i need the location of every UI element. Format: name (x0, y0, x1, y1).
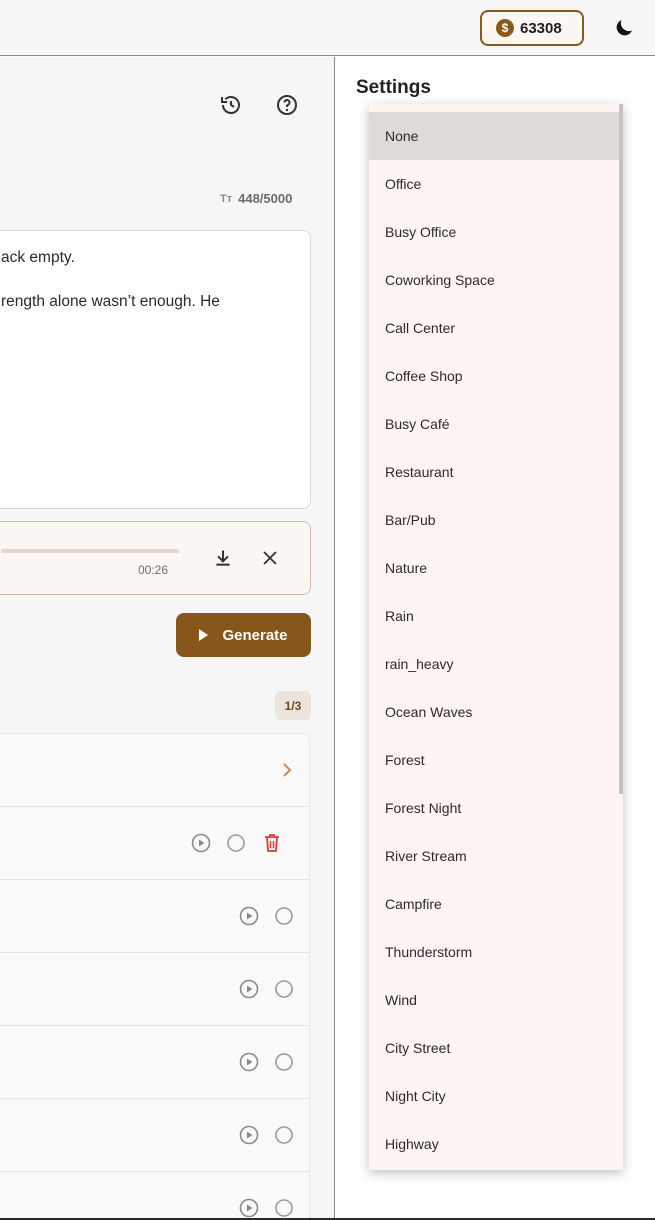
history-pager: 1/3 (275, 691, 311, 720)
download-icon[interactable] (213, 548, 233, 568)
dropdown-option-call-center[interactable]: Call Center (369, 304, 619, 352)
dropdown-option-city-street[interactable]: City Street (369, 1024, 619, 1072)
play-icon (199, 629, 209, 641)
char-count: 448/5000 (238, 191, 293, 206)
dropdown-option-campfire[interactable]: Campfire (369, 880, 619, 928)
settings-title: Settings (356, 77, 431, 98)
top-bar: $ 63308 (0, 0, 655, 56)
dropdown-option-coffee-shop[interactable]: Coffee Shop (369, 352, 619, 400)
history-row[interactable] (0, 1172, 309, 1220)
dropdown-option-ocean-waves[interactable]: Ocean Waves (369, 688, 619, 736)
dropdown-option-rain-heavy[interactable]: rain_heavy (369, 640, 619, 688)
history-row[interactable] (0, 1026, 309, 1099)
dropdown-option-wind[interactable]: Wind (369, 976, 619, 1024)
credits-badge[interactable]: $ 63308 (480, 10, 584, 46)
dropdown-option-restaurant[interactable]: Restaurant (369, 448, 619, 496)
dropdown-option-forest-night[interactable]: Forest Night (369, 784, 619, 832)
dropdown-option-night-city[interactable]: Night City (369, 1072, 619, 1120)
select-radio-icon[interactable] (274, 1125, 294, 1145)
char-counter: Tт 448/5000 (220, 191, 292, 206)
history-list (0, 733, 310, 1220)
history-row[interactable] (0, 1099, 309, 1172)
credits-value: 63308 (520, 19, 562, 37)
generate-label: Generate (222, 626, 288, 644)
play-circle-icon[interactable] (239, 1052, 259, 1072)
audio-player: 00:26 (0, 521, 311, 595)
text-line: rength alone wasn’t enough. He (1, 293, 220, 310)
dropdown-option-river-stream[interactable]: River Stream (369, 832, 619, 880)
dropdown-option-highway[interactable]: Highway (369, 1120, 619, 1168)
text-size-icon: Tт (220, 192, 233, 205)
history-row[interactable] (0, 807, 309, 880)
select-radio-icon[interactable] (274, 906, 294, 926)
generate-button[interactable]: Generate (176, 613, 311, 657)
dropdown-option-thunderstorm[interactable]: Thunderstorm (369, 928, 619, 976)
history-row[interactable] (0, 734, 309, 807)
background-sound-dropdown[interactable]: None Office Busy Office Coworking Space … (369, 104, 623, 1170)
dropdown-option-office[interactable]: Office (369, 160, 619, 208)
select-radio-icon[interactable] (226, 833, 246, 853)
select-radio-icon[interactable] (274, 1198, 294, 1218)
text-line: ack empty. (1, 249, 75, 266)
audio-progress-bar[interactable] (1, 549, 179, 553)
play-circle-icon[interactable] (239, 1125, 259, 1145)
main-panel: Tт 448/5000 ack empty. rength alone wasn… (0, 57, 335, 1220)
dropdown-option-busy-office[interactable]: Busy Office (369, 208, 619, 256)
moon-icon[interactable] (612, 16, 636, 40)
dropdown-option-bar-pub[interactable]: Bar/Pub (369, 496, 619, 544)
dropdown-option-busy-cafe[interactable]: Busy Café (369, 400, 619, 448)
play-circle-icon[interactable] (239, 906, 259, 926)
dropdown-option-none[interactable]: None (369, 112, 619, 160)
trash-icon[interactable] (263, 833, 281, 853)
history-icon[interactable] (219, 93, 243, 117)
dollar-coin-icon: $ (496, 19, 514, 37)
dropdown-scrollbar[interactable] (619, 104, 623, 794)
dropdown-option-rain[interactable]: Rain (369, 592, 619, 640)
text-input-area[interactable]: ack empty. rength alone wasn’t enough. H… (0, 230, 311, 509)
help-icon[interactable] (275, 93, 299, 117)
play-circle-icon[interactable] (239, 979, 259, 999)
play-circle-icon[interactable] (239, 1198, 259, 1218)
history-row[interactable] (0, 880, 309, 953)
close-icon[interactable] (261, 549, 279, 567)
chevron-right-icon[interactable] (279, 761, 295, 779)
select-radio-icon[interactable] (274, 1052, 294, 1072)
audio-time: 00:26 (138, 563, 169, 577)
select-radio-icon[interactable] (274, 979, 294, 999)
play-circle-icon[interactable] (191, 833, 211, 853)
dropdown-option-forest[interactable]: Forest (369, 736, 619, 784)
history-row[interactable] (0, 953, 309, 1026)
dropdown-option-coworking-space[interactable]: Coworking Space (369, 256, 619, 304)
dropdown-option-nature[interactable]: Nature (369, 544, 619, 592)
